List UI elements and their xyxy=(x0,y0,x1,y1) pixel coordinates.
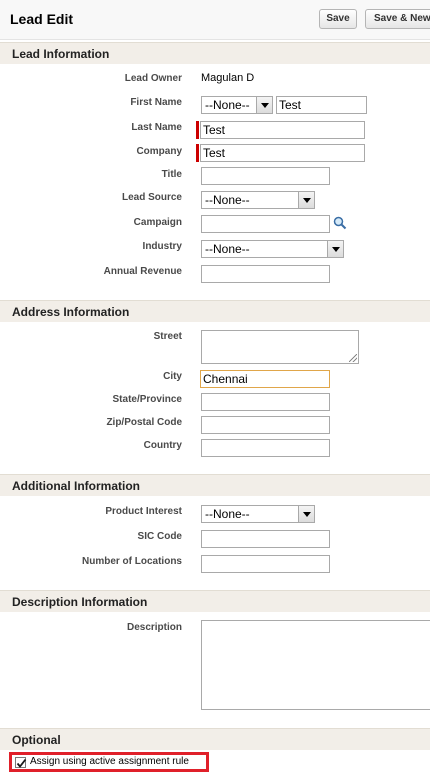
title-label: Title xyxy=(161,169,182,180)
save-button[interactable]: Save xyxy=(319,9,357,29)
chevron-down-icon xyxy=(298,506,314,522)
street-textarea[interactable] xyxy=(201,330,359,364)
required-indicator xyxy=(196,144,199,162)
section-header-description-information: Description Information xyxy=(0,590,430,612)
industry-label: Industry xyxy=(142,241,182,252)
description-textarea[interactable] xyxy=(201,620,430,710)
sic-code-input[interactable] xyxy=(201,530,330,548)
state-label: State/Province xyxy=(112,394,182,405)
last-name-label: Last Name xyxy=(131,122,182,133)
city-label: City xyxy=(163,371,182,382)
number-of-locations-label: Number of Locations xyxy=(81,556,182,567)
chevron-down-icon xyxy=(298,192,314,208)
first-name-input[interactable]: Test xyxy=(276,96,367,114)
product-interest-label: Product Interest xyxy=(105,506,182,517)
lead-owner-value: Magulan D xyxy=(201,72,255,84)
page-header: Lead Edit Save Save & New xyxy=(0,0,430,40)
city-input[interactable]: Chennai xyxy=(200,370,330,388)
assign-rule-highlight: Assign using active assignment rule xyxy=(9,752,209,772)
company-input[interactable]: Test xyxy=(200,144,365,162)
section-header-additional-information: Additional Information xyxy=(0,474,430,496)
last-name-input[interactable]: Test xyxy=(200,121,365,139)
magnifier-lookup-icon[interactable] xyxy=(333,216,347,230)
campaign-input[interactable] xyxy=(201,215,330,233)
lead-source-select[interactable]: --None-- xyxy=(201,191,315,209)
assign-rule-checkbox[interactable] xyxy=(15,757,27,768)
section-header-address-information: Address Information xyxy=(0,300,430,322)
sic-code-label: SIC Code xyxy=(137,531,182,542)
salutation-value: --None-- xyxy=(205,98,250,112)
lead-owner-label: Lead Owner xyxy=(124,73,182,84)
annual-revenue-label: Annual Revenue xyxy=(103,266,182,277)
annual-revenue-input[interactable] xyxy=(201,265,330,283)
country-label: Country xyxy=(143,440,182,451)
salutation-select[interactable]: --None-- xyxy=(201,96,273,114)
state-input[interactable] xyxy=(201,393,330,411)
company-label: Company xyxy=(136,146,182,157)
title-input[interactable] xyxy=(201,167,330,185)
lead-source-value: --None-- xyxy=(205,193,250,207)
section-header-optional: Optional xyxy=(0,728,430,750)
country-input[interactable] xyxy=(201,439,330,457)
page-title: Lead Edit xyxy=(10,11,74,27)
description-label: Description xyxy=(126,622,182,633)
chevron-down-icon xyxy=(256,97,272,113)
street-label: Street xyxy=(153,331,182,342)
industry-value: --None-- xyxy=(205,242,250,256)
assign-rule-label[interactable]: Assign using active assignment rule xyxy=(30,756,189,767)
resize-grip-icon[interactable] xyxy=(349,354,357,362)
product-interest-value: --None-- xyxy=(205,507,250,521)
required-indicator xyxy=(196,121,199,139)
industry-select[interactable]: --None-- xyxy=(201,240,344,258)
zip-input[interactable] xyxy=(201,416,330,434)
zip-label: Zip/Postal Code xyxy=(106,417,182,428)
campaign-label: Campaign xyxy=(133,217,182,228)
checkmark-icon xyxy=(16,758,27,768)
lead-source-label: Lead Source xyxy=(121,192,182,203)
section-header-lead-information: Lead Information xyxy=(0,42,430,64)
chevron-down-icon xyxy=(327,241,343,257)
number-of-locations-input[interactable] xyxy=(201,555,330,573)
save-and-new-button[interactable]: Save & New xyxy=(365,9,430,29)
first-name-label: First Name xyxy=(130,97,182,108)
product-interest-select[interactable]: --None-- xyxy=(201,505,315,523)
